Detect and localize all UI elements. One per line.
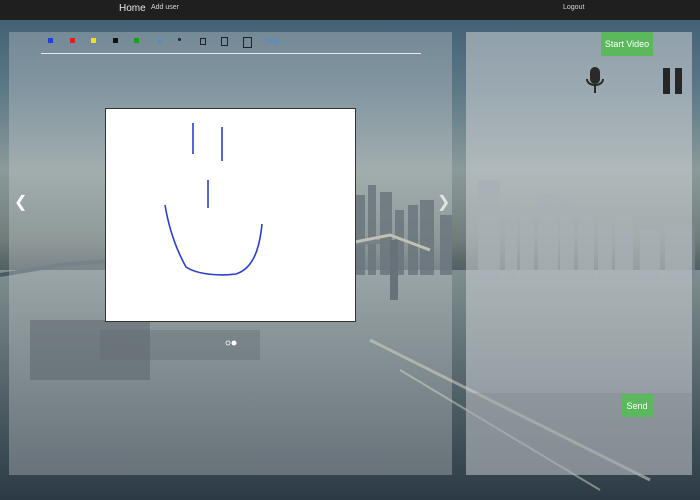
- pause-icon[interactable]: [662, 68, 684, 95]
- send-button[interactable]: Send: [621, 394, 653, 417]
- chevron-right-icon[interactable]: ❯: [437, 192, 450, 212]
- smiley-drawing: [164, 123, 263, 276]
- drawing-toolbar: [41, 35, 421, 49]
- clear-button[interactable]: Clear: [265, 39, 279, 45]
- eraser-small[interactable]: [221, 37, 228, 46]
- eraser-large[interactable]: [243, 37, 252, 48]
- color-swatch-black[interactable]: [113, 38, 118, 43]
- color-swatch-green[interactable]: [134, 38, 139, 43]
- color-swatch-blue[interactable]: [48, 38, 53, 43]
- microphone-icon[interactable]: [584, 66, 606, 96]
- pager-dot-active[interactable]: [231, 340, 237, 346]
- chevron-left-icon[interactable]: ❮: [14, 192, 27, 212]
- pager-dot[interactable]: [225, 340, 231, 346]
- navbar: Home Add user Logout: [0, 0, 700, 20]
- brush-size-small[interactable]: [158, 40, 161, 43]
- color-swatch-yellow[interactable]: [91, 38, 96, 43]
- drawing-canvas[interactable]: [105, 108, 356, 322]
- start-video-button[interactable]: Start Video: [601, 32, 653, 56]
- brush-size-medium[interactable]: [178, 38, 181, 41]
- brush-size-large[interactable]: [200, 38, 206, 45]
- nav-home-link[interactable]: Home: [119, 3, 146, 14]
- nav-add-user-link[interactable]: Add user: [151, 4, 179, 11]
- toolbar-divider: [41, 53, 421, 54]
- color-swatch-red[interactable]: [70, 38, 75, 43]
- nav-logout-link[interactable]: Logout: [563, 4, 584, 11]
- chat-input-area[interactable]: [466, 393, 692, 475]
- slide-pager: [225, 340, 237, 346]
